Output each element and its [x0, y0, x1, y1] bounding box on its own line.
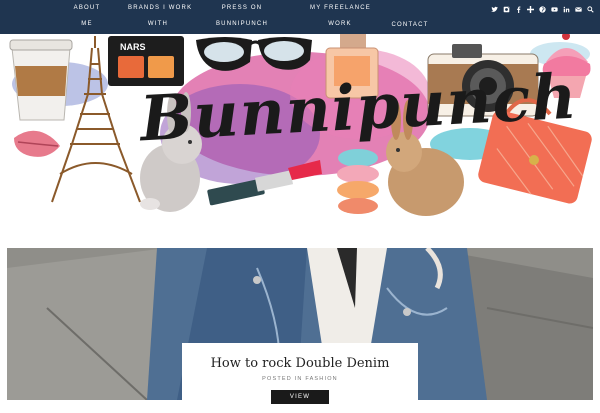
nav-label-line1: MY FREELANCE: [310, 5, 371, 11]
post-title[interactable]: How to rock Double Denim: [182, 356, 418, 371]
top-navigation-bar: ABOUT ME BRANDS I WORK WITH PRESS ON BUN…: [0, 0, 600, 34]
category-link[interactable]: FASHION: [305, 376, 338, 382]
nav-label-line2: BUNNIPUNCH: [215, 21, 268, 27]
nav-label-line2: ME: [81, 21, 93, 27]
youtube-icon[interactable]: [550, 5, 558, 13]
bloglovin-icon[interactable]: [526, 5, 534, 13]
linkedin-icon[interactable]: [562, 5, 570, 13]
nav-item-brands-i-work-with[interactable]: BRANDS I WORK WITH: [128, 5, 193, 27]
twitter-icon[interactable]: [490, 5, 498, 13]
view-post-button[interactable]: VIEW: [271, 390, 329, 404]
nav-label-line1: PRESS ON: [221, 5, 263, 11]
nav-item-contact[interactable]: CONTACT: [386, 5, 434, 28]
pinterest-icon[interactable]: [538, 5, 546, 13]
svg-text:NARS: NARS: [120, 42, 146, 52]
social-links: [490, 4, 594, 14]
posted-in-label: POSTED IN: [262, 376, 303, 382]
macarons-illustration: [337, 149, 379, 214]
instagram-icon[interactable]: [502, 5, 510, 13]
email-icon[interactable]: [574, 5, 582, 13]
nav-label-line2: WORK: [328, 21, 352, 27]
search-icon[interactable]: [586, 5, 594, 13]
facebook-icon[interactable]: [514, 5, 522, 13]
coffee-cup-illustration: [9, 39, 73, 121]
eyeshadow-palette-illustration: NARS: [108, 36, 184, 86]
post-meta: POSTED IN FASHION: [182, 376, 418, 382]
nav-item-about-me[interactable]: ABOUT ME: [70, 5, 104, 27]
blog-header-banner[interactable]: NARS Bunnipunch: [0, 34, 600, 220]
nav-label-line2: WITH: [147, 21, 169, 27]
nav-label-line2: CONTACT: [391, 22, 429, 28]
nav-label-line1: BRANDS I WORK: [128, 5, 193, 11]
nav-item-my-freelance-work[interactable]: MY FREELANCE WORK: [310, 5, 370, 27]
nav-label-line1: ABOUT: [73, 5, 101, 11]
nav-label-line1: [386, 5, 434, 12]
lips-illustration: [14, 130, 60, 157]
featured-post-card: How to rock Double Denim POSTED IN FASHI…: [182, 343, 418, 413]
nav-item-press-on-bunnipunch[interactable]: PRESS ON BUNNIPUNCH: [208, 5, 276, 27]
